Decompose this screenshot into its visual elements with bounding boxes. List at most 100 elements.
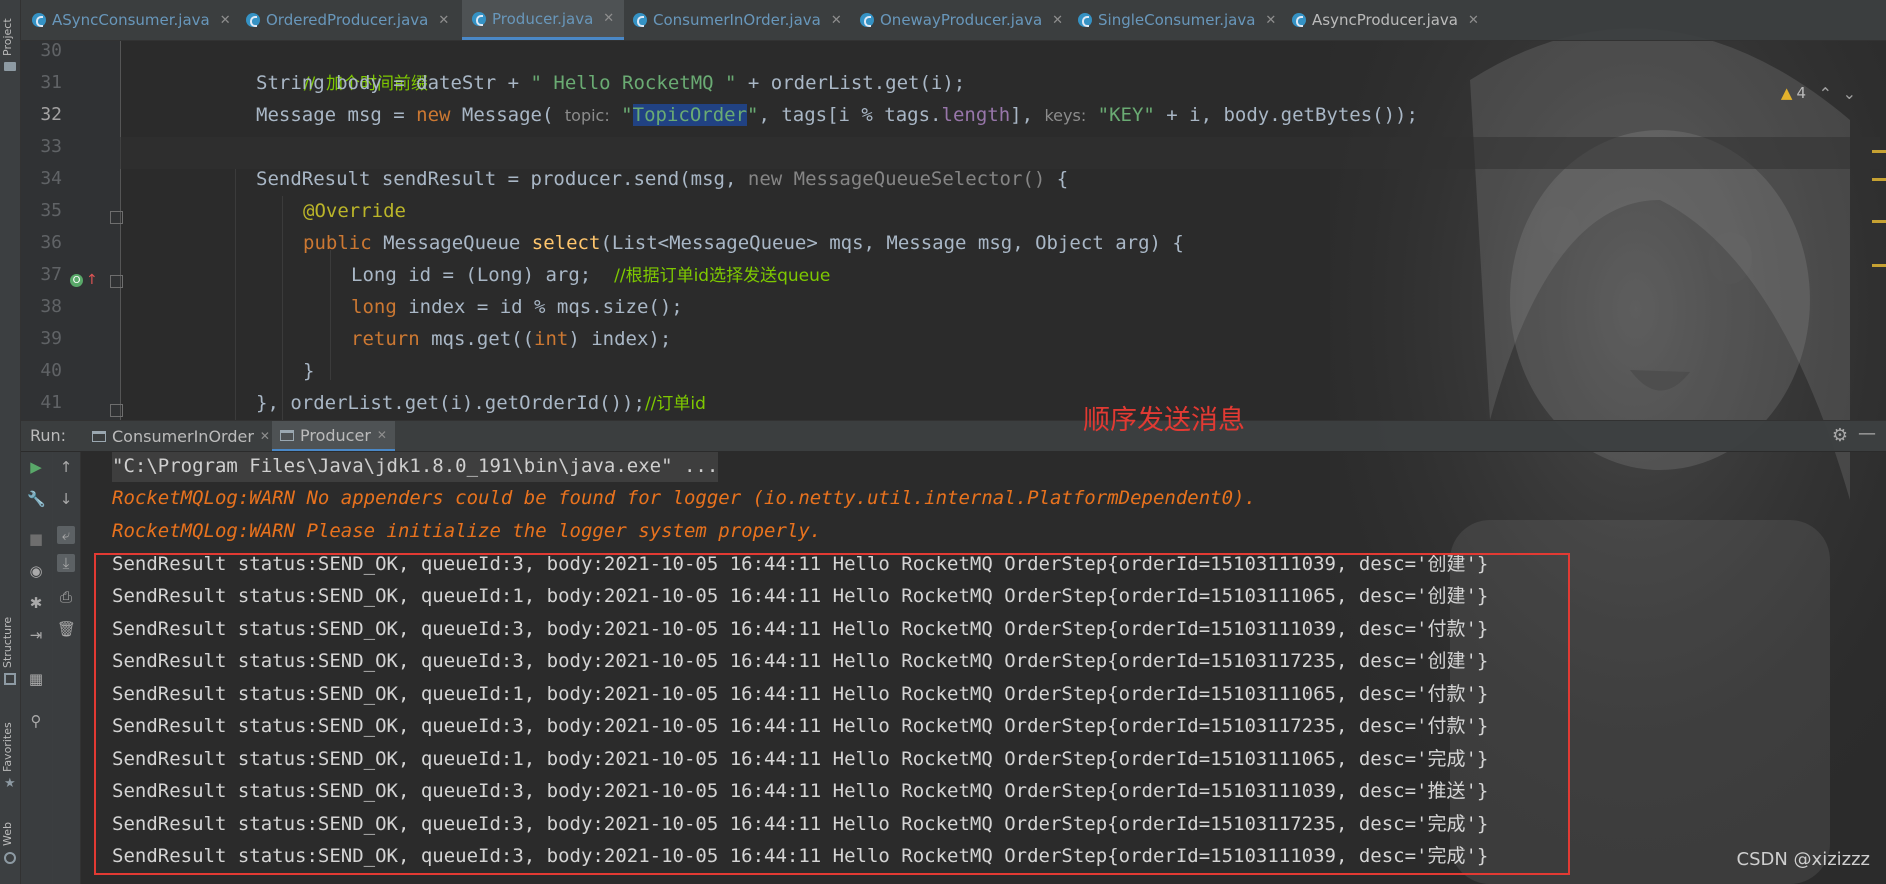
code-line-41: }, orderList.get(i).getOrderId());//订单id	[256, 387, 706, 419]
code-line-32: Message msg = new Message( topic: "Topic…	[256, 99, 1418, 131]
code-token: }, orderList.get(i).getOrderId());	[256, 392, 645, 414]
fold-marker-icon[interactable]	[110, 275, 123, 288]
annotation-note: 顺序发送消息	[1083, 405, 1245, 436]
code-token: (List<MessageQueue> mqs, Message msg, Ob…	[600, 232, 1184, 254]
code-token: Message msg =	[256, 104, 417, 126]
close-icon[interactable]: ✕	[377, 428, 387, 442]
parameter-hint: keys:	[1044, 106, 1087, 125]
close-icon[interactable]: ✕	[1468, 13, 1479, 28]
java-class-icon	[246, 13, 260, 27]
tab-asyncproducer[interactable]: AsyncProducer.java ✕	[1292, 0, 1479, 40]
code-editor[interactable]: 30 31 32 33 34 35 36 37 38 39 40 41 O ↑ …	[20, 40, 1886, 420]
tab-orderedproducer[interactable]: OrderedProducer.java ✕	[246, 0, 449, 40]
line-number: 35	[40, 200, 62, 221]
tab-label: ConsumerInOrder.java	[653, 11, 821, 29]
java-class-icon	[860, 13, 874, 27]
string-literal: "KEY"	[1086, 104, 1155, 126]
run-tool-window-header: Run: ConsumerInOrder ✕ Producer ✕ ⚙ —	[20, 420, 1886, 452]
close-icon[interactable]: ✕	[831, 13, 842, 28]
favorites-tool-button[interactable]: Favorites	[1, 722, 14, 772]
stop-icon[interactable]: ■	[27, 530, 45, 548]
tab-label: OrderedProducer.java	[266, 11, 429, 29]
scroll-to-end-icon[interactable]: ⤓	[57, 554, 75, 572]
chevron-down-icon[interactable]: ⌄	[1843, 84, 1856, 103]
settings-icon[interactable]: ✱	[27, 594, 45, 612]
tab-producer[interactable]: Producer.java ✕	[462, 0, 625, 40]
code-line-37: Long id = (Long) arg; //根据订单id选择发送queue	[351, 259, 830, 291]
fold-marker-icon[interactable]	[110, 404, 123, 417]
line-number: 41	[40, 392, 62, 413]
camera-icon[interactable]: ◉	[27, 562, 45, 580]
run-tab-consumerinorder[interactable]: ConsumerInOrder ✕	[86, 421, 276, 451]
scrollbar-marker[interactable]	[1872, 178, 1886, 181]
wrench-icon[interactable]: 🔧	[27, 490, 46, 508]
left-tool-strip: Project Structure Favorites ★ Web	[0, 0, 21, 884]
tab-asyncconsumer[interactable]: ASyncConsumer.java ✕	[32, 0, 231, 40]
code-line-31: String body = dateStr + " Hello RocketMQ…	[256, 67, 965, 99]
structure-icon	[4, 673, 16, 685]
scrollbar-marker[interactable]	[1872, 264, 1886, 267]
console-warning-line: RocketMQLog:WARN No appenders could be f…	[112, 487, 1256, 509]
selected-word: TopicOrder	[632, 104, 748, 126]
annotation-token: @Override	[303, 200, 406, 222]
code-token: + i, body.getBytes());	[1154, 104, 1418, 126]
line-number: 40	[40, 360, 62, 381]
pin-icon[interactable]: ⚲	[27, 712, 45, 730]
line-number: 34	[40, 168, 62, 189]
star-icon: ★	[4, 776, 16, 791]
tab-label: ASyncConsumer.java	[52, 11, 210, 29]
run-config-icon	[92, 430, 106, 442]
tab-onewayproducer[interactable]: OnewayProducer.java ✕	[860, 0, 1063, 40]
code-comment: //根据订单id选择发送queue	[614, 266, 831, 286]
keyword-token: return	[351, 328, 420, 350]
print-icon[interactable]: ⎙	[57, 588, 75, 606]
web-tool-button[interactable]: Web	[1, 822, 14, 846]
folder-icon	[4, 62, 16, 71]
soft-wrap-icon[interactable]: ⤶	[57, 526, 75, 544]
keyword-token: long	[351, 296, 397, 318]
java-class-icon	[472, 11, 486, 26]
tab-label: Producer.java	[492, 9, 594, 28]
chevron-up-icon[interactable]: ⌃	[1819, 84, 1832, 103]
run-tab-label: Producer	[300, 425, 371, 445]
tab-label: OnewayProducer.java	[880, 11, 1043, 29]
close-icon[interactable]: ✕	[438, 13, 449, 28]
code-line-34: SendResult sendResult = producer.send(ms…	[256, 163, 1068, 195]
java-class-icon	[633, 13, 647, 27]
scrollbar-marker[interactable]	[1872, 220, 1886, 223]
arrow-down-icon[interactable]: ↓	[57, 490, 75, 508]
close-icon[interactable]: ✕	[220, 13, 231, 28]
run-tab-producer[interactable]: Producer ✕	[272, 421, 395, 451]
gear-icon[interactable]: ⚙	[1832, 425, 1848, 446]
inspection-warnings[interactable]: ▲ 4	[1781, 84, 1806, 102]
trash-icon[interactable]: 🗑	[57, 620, 76, 638]
minimize-icon[interactable]: —	[1858, 423, 1876, 444]
results-highlight-box	[94, 553, 1570, 875]
line-number: 36	[40, 232, 62, 253]
rerun-icon[interactable]: ▶	[27, 458, 45, 476]
code-token: SendResult sendResult = producer.send(ms…	[256, 168, 748, 190]
arrow-up-icon[interactable]: ↑	[57, 458, 75, 476]
console-command-line: "C:\Program Files\Java\jdk1.8.0_191\bin\…	[112, 450, 719, 482]
close-icon[interactable]: ✕	[1052, 13, 1063, 28]
layout-icon[interactable]: ▦	[27, 670, 45, 688]
close-icon[interactable]: ✕	[260, 429, 270, 443]
line-number: 31	[40, 72, 62, 93]
java-class-icon	[32, 13, 46, 27]
tab-label: SingleConsumer.java	[1098, 11, 1256, 29]
scrollbar-marker[interactable]	[1872, 150, 1886, 153]
override-method-icon[interactable]: O	[70, 274, 83, 287]
arrow-up-icon: ↑	[86, 272, 98, 288]
project-tool-button[interactable]: Project	[1, 18, 14, 56]
tab-singleconsumer[interactable]: SingleConsumer.java ✕	[1078, 0, 1276, 40]
exit-icon[interactable]: ⇥	[27, 626, 45, 644]
keyword-token: int	[534, 328, 569, 350]
fold-marker-icon[interactable]	[110, 211, 123, 224]
close-icon[interactable]: ✕	[1265, 13, 1276, 28]
string-literal: "	[747, 104, 759, 126]
tab-consumerinorder[interactable]: ConsumerInOrder.java ✕	[633, 0, 842, 40]
code-token: + orderList.get(i);	[736, 72, 966, 94]
close-icon[interactable]: ✕	[603, 11, 614, 26]
code-line-39: return mqs.get((int) index);	[351, 323, 671, 355]
structure-tool-button[interactable]: Structure	[1, 617, 14, 668]
